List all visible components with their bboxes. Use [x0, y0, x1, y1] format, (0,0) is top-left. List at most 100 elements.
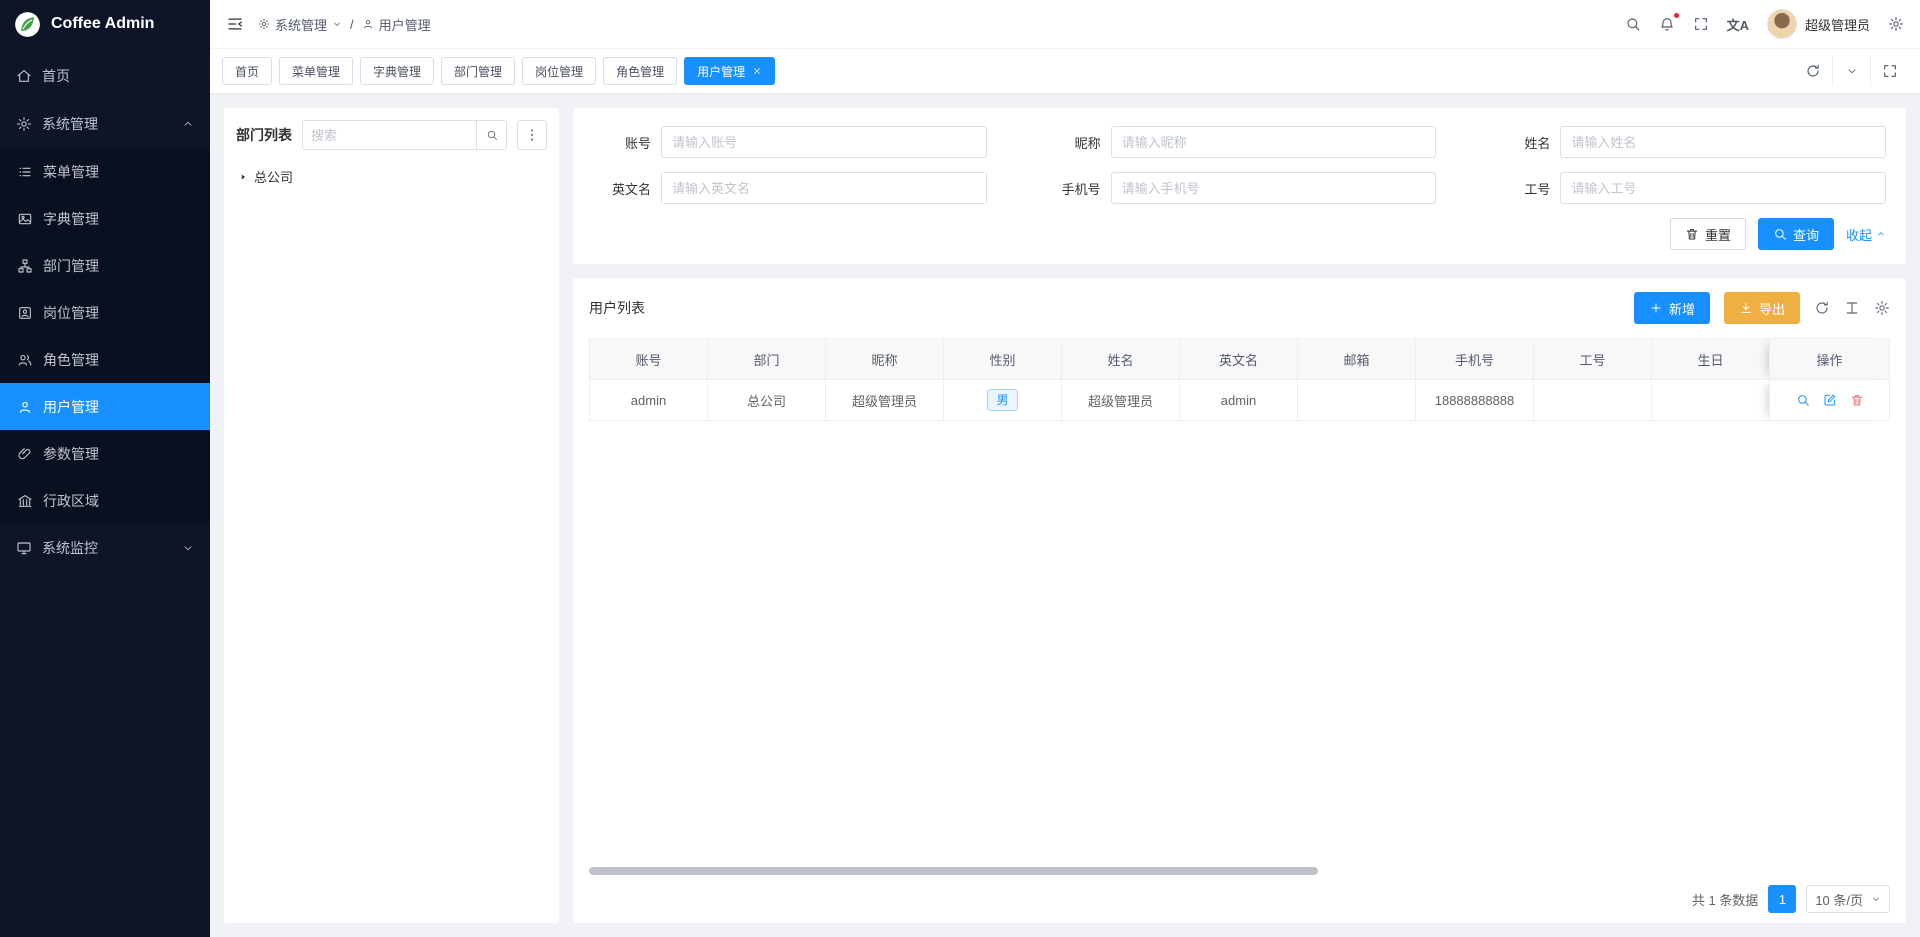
bell-icon — [1659, 16, 1675, 32]
tab-label: 用户管理 — [697, 63, 745, 80]
sidebar-item-menu-mgmt[interactable]: 菜单管理 — [0, 148, 210, 195]
view-row-button[interactable] — [1796, 393, 1810, 407]
tab-post-mgmt[interactable]: 岗位管理 — [522, 57, 596, 85]
table-header-row: 账号 部门 昵称 性别 姓名 英文名 邮箱 手机号 工号 生日 操作 — [590, 339, 1890, 380]
tree-node-root[interactable]: 总公司 — [236, 164, 547, 189]
id-badge-icon — [17, 305, 33, 321]
refresh-icon — [1805, 63, 1821, 79]
page-size-select[interactable]: 10 条/页 — [1806, 885, 1890, 913]
tab-dept-mgmt[interactable]: 部门管理 — [441, 57, 515, 85]
expand-icon — [1882, 63, 1898, 79]
topbar: 系统管理 / 用户管理 文 — [210, 0, 1920, 48]
cell-en-name: admin — [1180, 380, 1298, 421]
sidebar-item-param-mgmt[interactable]: 参数管理 — [0, 430, 210, 477]
reset-button[interactable]: 重置 — [1670, 218, 1746, 250]
image-icon — [17, 211, 33, 227]
pagination: 共 1 条数据 1 10 条/页 — [589, 877, 1890, 913]
export-button-label: 导出 — [1759, 299, 1785, 318]
sidebar-item-post-mgmt[interactable]: 岗位管理 — [0, 289, 210, 336]
table-refresh-button[interactable] — [1814, 300, 1830, 316]
add-user-button[interactable]: 新增 — [1634, 292, 1710, 324]
cell-nickname: 超级管理员 — [826, 380, 944, 421]
query-button[interactable]: 查询 — [1758, 218, 1834, 250]
delete-row-button[interactable] — [1850, 393, 1864, 407]
name-input[interactable] — [1560, 126, 1886, 158]
row-height-button[interactable] — [1844, 300, 1860, 316]
app-logo[interactable]: Coffee Admin — [0, 0, 210, 48]
sidebar-item-dict-mgmt[interactable]: 字典管理 — [0, 195, 210, 242]
department-tree: 总公司 — [236, 164, 547, 189]
department-panel-title: 部门列表 — [236, 125, 292, 145]
filter-card: 账号 昵称 姓名 英文名 — [573, 108, 1906, 264]
department-more-button[interactable] — [517, 120, 547, 150]
field-label: 工号 — [1492, 179, 1550, 198]
search-icon — [486, 129, 498, 141]
sidebar-item-user-mgmt[interactable]: 用户管理 — [0, 383, 210, 430]
tab-user-mgmt[interactable]: 用户管理 — [684, 57, 775, 85]
nickname-input[interactable] — [1111, 126, 1437, 158]
sidebar-item-label: 行政区域 — [43, 491, 99, 511]
gear-icon — [1874, 300, 1890, 316]
content-fullscreen-button[interactable] — [1870, 56, 1908, 86]
department-search-button[interactable] — [476, 121, 506, 149]
table-row[interactable]: admin 总公司 超级管理员 男 超级管理员 admin 1888888888… — [590, 380, 1890, 421]
sidebar-item-dept-mgmt[interactable]: 部门管理 — [0, 242, 210, 289]
sidebar-group-system[interactable]: 系统管理 — [0, 100, 210, 148]
field-label: 英文名 — [593, 179, 651, 198]
language-switch-button[interactable]: 文A — [1727, 15, 1749, 34]
cell-account: admin — [590, 380, 708, 421]
breadcrumb-user-mgmt[interactable]: 用户管理 — [362, 15, 431, 34]
edit-row-button[interactable] — [1823, 393, 1837, 407]
refresh-icon — [1814, 300, 1830, 316]
cell-gender: 男 — [944, 380, 1062, 421]
sidebar-item-label: 首页 — [42, 66, 70, 86]
work-no-input[interactable] — [1560, 172, 1886, 204]
row-height-icon — [1844, 300, 1860, 316]
account-input[interactable] — [661, 126, 987, 158]
fullscreen-button[interactable] — [1693, 16, 1709, 32]
dots-vertical-icon — [524, 127, 540, 143]
caret-right-icon[interactable] — [238, 172, 248, 182]
tab-menu-mgmt[interactable]: 菜单管理 — [279, 57, 353, 85]
breadcrumb: 系统管理 / 用户管理 — [258, 15, 431, 34]
fullscreen-icon — [1693, 16, 1709, 32]
list-icon — [17, 164, 33, 180]
chevron-up-icon — [1876, 229, 1886, 239]
sidebar-item-label: 菜单管理 — [43, 162, 99, 182]
sidebar-item-label: 角色管理 — [43, 350, 99, 370]
sidebar-group-monitor[interactable]: 系统监控 — [0, 524, 210, 572]
tab-actions-dropdown[interactable] — [1832, 56, 1870, 86]
leaf-logo-icon — [14, 11, 41, 38]
sidebar-item-label: 字典管理 — [43, 209, 99, 229]
gear-icon — [1888, 16, 1904, 32]
tab-home[interactable]: 首页 — [222, 57, 272, 85]
cell-dept: 总公司 — [708, 380, 826, 421]
en-name-input[interactable] — [661, 172, 987, 204]
sidebar-item-role-mgmt[interactable]: 角色管理 — [0, 336, 210, 383]
tab-role-mgmt[interactable]: 角色管理 — [603, 57, 677, 85]
breadcrumb-system[interactable]: 系统管理 — [258, 15, 342, 34]
export-button[interactable]: 导出 — [1724, 292, 1800, 324]
department-search-input[interactable] — [303, 121, 476, 149]
sidebar-submenu-system: 菜单管理 字典管理 部门管理 岗位管理 角色管理 — [0, 148, 210, 524]
notifications-button[interactable] — [1659, 16, 1675, 32]
sidebar-collapse-button[interactable] — [226, 15, 244, 33]
phone-input[interactable] — [1111, 172, 1437, 204]
tab-dict-mgmt[interactable]: 字典管理 — [360, 57, 434, 85]
user-menu[interactable]: 超级管理员 — [1767, 9, 1870, 39]
page-1-button[interactable]: 1 — [1768, 885, 1796, 913]
field-label: 昵称 — [1043, 133, 1101, 152]
settings-button[interactable] — [1888, 16, 1904, 32]
tab-refresh-button[interactable] — [1794, 56, 1832, 86]
tab-close-icon[interactable] — [752, 66, 762, 76]
table-settings-button[interactable] — [1874, 300, 1890, 316]
collapse-filter-link[interactable]: 收起 — [1846, 225, 1886, 244]
user-table: 账号 部门 昵称 性别 姓名 英文名 邮箱 手机号 工号 生日 操作 — [589, 338, 1890, 421]
sidebar-item-region[interactable]: 行政区域 — [0, 477, 210, 524]
global-search-button[interactable] — [1625, 16, 1641, 32]
sidebar-item-home[interactable]: 首页 — [0, 52, 210, 100]
horizontal-scrollbar[interactable] — [589, 867, 1318, 875]
content-area: 部门列表 总公司 — [210, 94, 1920, 937]
cell-phone: 18888888888 — [1416, 380, 1534, 421]
sidebar-menu: 首页 系统管理 菜单管理 字典管理 部门管理 — [0, 48, 210, 937]
